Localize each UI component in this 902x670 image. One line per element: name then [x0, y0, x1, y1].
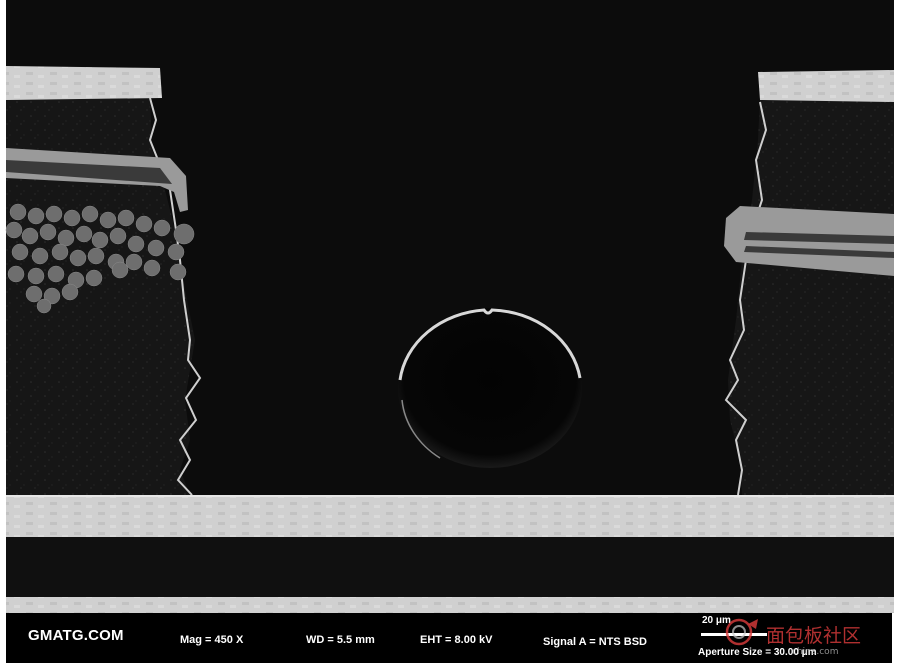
left-top-copper-pad [6, 66, 162, 100]
void-hole [398, 308, 582, 468]
right-top-copper-pad [758, 70, 894, 102]
signal-label: Signal A = NTS BSD [543, 636, 648, 648]
bottom-strip [0, 663, 902, 670]
electronics-forum-logo-icon [725, 618, 758, 646]
working-distance-label: WD = 5.5 mm [306, 634, 375, 646]
watermark-domain: china.com [792, 647, 839, 657]
eht-label: EHT = 8.00 kV [420, 634, 493, 646]
magnification-label: Mag = 450 X [180, 634, 244, 646]
watermark-text: 面包板社区 [766, 625, 862, 647]
organization-label: GMATG.COM [28, 627, 124, 644]
bottom-copper-plane [6, 495, 894, 537]
lower-copper-plane [6, 597, 894, 613]
watermark: 面包板社区 china.com [722, 617, 892, 657]
sem-micrograph [0, 0, 902, 670]
dielectric-layer [6, 537, 894, 597]
